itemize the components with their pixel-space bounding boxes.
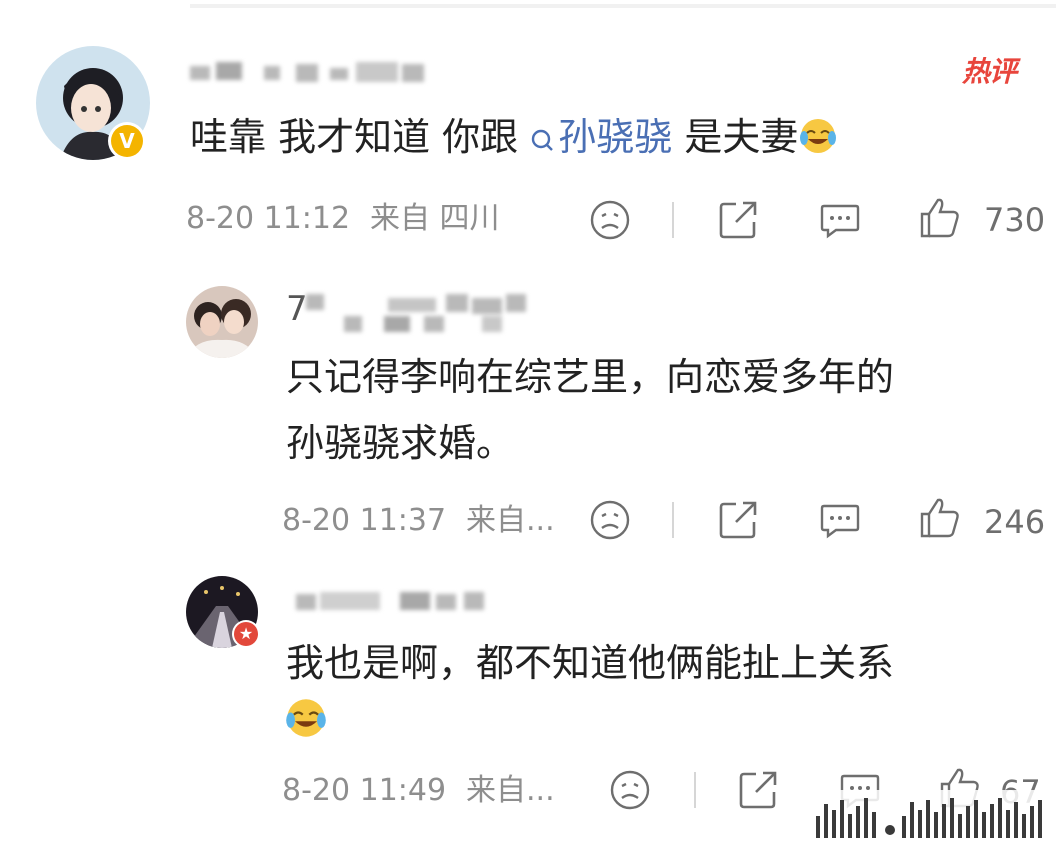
reply-time: 8-20 11:37 xyxy=(282,503,447,538)
comment-location: 来自 四川 xyxy=(370,201,500,236)
comment-thread: V 热评 哇靠 我才知道 你跟 孙骁骁 是夫妻 8-20 11:12 来自 四川… xyxy=(0,0,1056,844)
action-separator xyxy=(694,772,696,808)
username-redacted xyxy=(190,62,430,84)
reply-location: 来自... xyxy=(466,503,555,538)
thumbs-up-icon[interactable] xyxy=(918,496,962,540)
comment-bubble-icon[interactable] xyxy=(818,198,862,242)
laugh-cry-emoji-icon xyxy=(286,699,326,737)
username-prefix: 7 xyxy=(286,289,308,329)
avatar[interactable] xyxy=(186,286,258,358)
hot-comment-badge: 热评 xyxy=(962,55,1017,88)
comment-text: 哇靠 我才知道 你跟 孙骁骁 是夫妻 xyxy=(190,116,838,156)
like-count: 730 xyxy=(984,201,1046,239)
reply-location: 来自... xyxy=(466,773,555,808)
share-icon[interactable] xyxy=(736,768,780,812)
frown-face-icon[interactable] xyxy=(588,198,632,242)
share-icon[interactable] xyxy=(716,198,760,242)
member-badge-icon: ★ xyxy=(232,620,260,648)
reply-text-line1: 我也是啊，都不知道他俩能扯上关系 xyxy=(286,641,895,685)
comment-text-before: 哇靠 我才知道 你跟 xyxy=(190,115,519,159)
thumbs-up-icon[interactable] xyxy=(918,196,962,240)
topic-link[interactable]: 孙骁骁 xyxy=(530,115,672,159)
verified-badge-icon: V xyxy=(108,122,146,160)
comment-time: 8-20 11:12 xyxy=(186,201,351,236)
username-redacted xyxy=(296,590,492,612)
like-count: 246 xyxy=(984,503,1046,541)
watermark-logo xyxy=(808,790,1056,844)
comment-bubble-icon[interactable] xyxy=(818,498,862,542)
action-separator xyxy=(672,502,674,538)
share-icon[interactable] xyxy=(716,498,760,542)
comment-text-after: 是夫妻 xyxy=(684,115,799,159)
frown-face-icon[interactable] xyxy=(588,498,632,542)
laugh-cry-emoji-icon xyxy=(800,119,837,153)
topic-label: 孙骁骁 xyxy=(558,115,673,159)
search-icon xyxy=(532,129,554,151)
frown-face-icon[interactable] xyxy=(608,768,652,812)
action-separator xyxy=(672,202,674,238)
reply-text-line1: 只记得李响在综艺里，向恋爱多年的 xyxy=(286,355,895,399)
username-redacted xyxy=(306,294,536,338)
reply-time: 8-20 11:49 xyxy=(282,773,447,808)
reply-text-line2: 孙骁骁求婚。 xyxy=(286,421,515,465)
top-divider xyxy=(190,4,1056,8)
